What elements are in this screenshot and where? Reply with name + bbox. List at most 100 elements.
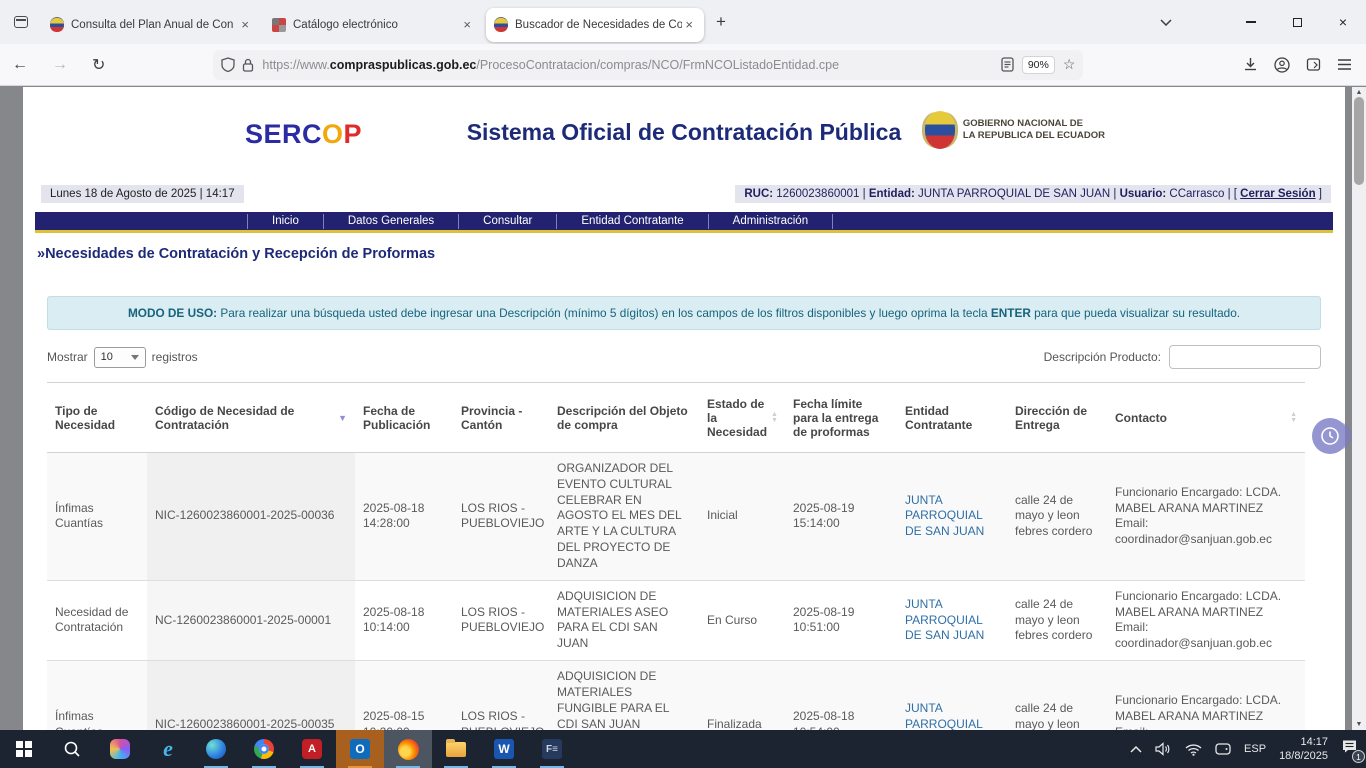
header-row: Tipo de Necesidad Código de Necesidad de… — [47, 383, 1305, 453]
tray-chevron-up-icon[interactable] — [1130, 745, 1142, 753]
start-button[interactable] — [0, 730, 48, 768]
minimize-button[interactable] — [1228, 0, 1274, 44]
main-navigation: Inicio Datos Generales Consultar Entidad… — [35, 212, 1333, 233]
clock[interactable]: 14:1718/8/2025 — [1279, 735, 1328, 764]
reload-icon[interactable]: ↻ — [80, 55, 117, 75]
bookmark-star-icon[interactable]: ☆ — [1063, 56, 1076, 73]
catalog-favicon — [272, 18, 286, 32]
tab-plan-anual[interactable]: Consulta del Plan Anual de Con × — [42, 8, 260, 42]
mostrar-label: Mostrar — [47, 350, 88, 364]
cell-estado: En Curso — [699, 580, 785, 660]
entidad-link[interactable]: JUNTA PARROQUIAL DE SAN JUAN — [905, 493, 984, 539]
scroll-down-icon[interactable]: ▼ — [1356, 721, 1363, 728]
col-descripcion-objeto[interactable]: Descripción del Objeto de compra — [549, 383, 699, 453]
page-size-select[interactable]: 10 — [94, 347, 146, 368]
close-tab-icon[interactable]: × — [238, 17, 252, 32]
maximize-button[interactable] — [1274, 0, 1320, 44]
outlook-button[interactable]: O — [336, 730, 384, 768]
cell-objeto: ADQUISICION DE MATERIALES FUNGIBLE PARA … — [549, 661, 699, 730]
internet-explorer-icon: e — [163, 736, 173, 762]
search-icon — [63, 740, 81, 758]
datetime-box: Lunes 18 de Agosto de 2025 | 14:17 — [41, 185, 244, 203]
url-bar[interactable]: https://www.compraspublicas.gob.ec/Proce… — [213, 50, 1083, 80]
folder-icon — [446, 742, 466, 757]
col-provincia-canton[interactable]: Provincia - Cantón — [453, 383, 549, 453]
page-scrollbar[interactable]: ▲ ▼ — [1352, 87, 1366, 730]
notification-center-button[interactable]: 1 — [1341, 739, 1358, 759]
copilot-button[interactable] — [96, 730, 144, 768]
col-tipo-necesidad[interactable]: Tipo de Necesidad — [47, 383, 147, 453]
tab-buscador-necesidades[interactable]: Buscador de Necesidades de Co × — [486, 8, 704, 42]
cell-contacto: Funcionario Encargado: LCDA. MABEL ARANA… — [1107, 453, 1305, 581]
back-icon[interactable]: ← — [0, 56, 40, 74]
menu-icon[interactable] — [1337, 58, 1352, 71]
nav-item-administracion[interactable]: Administración — [709, 214, 833, 229]
col-fecha-limite[interactable]: Fecha límite para la entrega de proforma… — [785, 383, 897, 453]
scroll-up-icon[interactable]: ▲ — [1356, 89, 1363, 96]
tab-catalogo[interactable]: Catálogo electrónico × — [264, 8, 482, 42]
entidad-link[interactable]: JUNTA PARROQUIAL DE SAN JUAN — [905, 701, 984, 730]
close-tab-icon[interactable]: × — [460, 17, 474, 32]
scrollbar-thumb[interactable] — [1354, 97, 1364, 185]
shield-icon[interactable] — [221, 57, 235, 72]
descripcion-producto-input[interactable] — [1169, 345, 1321, 369]
cell-tipo: Ínfimas Cuantías — [47, 661, 147, 730]
acrobat-button[interactable]: A — [288, 730, 336, 768]
outlook-icon: O — [350, 739, 370, 759]
firefox-icon — [398, 739, 419, 760]
forward-icon[interactable]: → — [40, 56, 80, 74]
nav-item-datos-generales[interactable]: Datos Generales — [324, 214, 459, 229]
col-direccion-entrega[interactable]: Dirección de Entrega — [1007, 383, 1107, 453]
firefox-view-icon[interactable] — [8, 9, 34, 35]
file-explorer-button[interactable] — [432, 730, 480, 768]
forticlient-button[interactable]: F≡ — [528, 730, 576, 768]
logout-link[interactable]: Cerrar Sesión — [1240, 188, 1315, 200]
windows-taskbar: e A O W F≡ ESP 14:1718/8/2025 1 — [0, 730, 1366, 768]
copilot-icon — [110, 739, 130, 759]
language-indicator[interactable]: ESP — [1244, 743, 1266, 755]
account-icon[interactable] — [1274, 57, 1290, 73]
nav-item-entidad-contratante[interactable]: Entidad Contratante — [557, 214, 708, 229]
download-icon[interactable] — [1243, 57, 1258, 72]
cell-provincia: LOS RIOS - PUEBLOVIEJO — [453, 453, 549, 581]
entidad-link[interactable]: JUNTA PARROQUIAL DE SAN JUAN — [905, 597, 984, 643]
cell-provincia: LOS RIOS - PUEBLOVIEJO — [453, 661, 549, 730]
cell-provincia: LOS RIOS - PUEBLOVIEJO — [453, 580, 549, 660]
taskbar-search-button[interactable] — [48, 730, 96, 768]
ecuador-crest-favicon — [494, 18, 508, 32]
volume-icon[interactable] — [1155, 742, 1172, 756]
word-button[interactable]: W — [480, 730, 528, 768]
reader-mode-icon[interactable] — [1001, 57, 1014, 72]
col-entidad-contratante[interactable]: Entidad Contratante — [897, 383, 1007, 453]
chrome-button[interactable] — [240, 730, 288, 768]
cell-estado: Inicial — [699, 453, 785, 581]
browser-tab-bar: Consulta del Plan Anual de Con × Catálog… — [0, 0, 1366, 44]
sidebar-icon[interactable] — [1306, 57, 1321, 72]
firefox-button[interactable] — [384, 730, 432, 768]
edge-button[interactable] — [192, 730, 240, 768]
user-session-box: RUC: 1260023860001 | Entidad: JUNTA PARR… — [735, 185, 1331, 203]
col-codigo[interactable]: Código de Necesidad de Contratación▼ — [147, 383, 355, 453]
lock-icon[interactable] — [242, 58, 254, 72]
timer-overlay-widget[interactable] — [1312, 418, 1348, 454]
url-text[interactable]: https://www.compraspublicas.gob.ec/Proce… — [262, 58, 1000, 72]
new-tab-button[interactable]: + — [706, 12, 736, 32]
tab-list-chevron-icon[interactable] — [1160, 18, 1172, 26]
wifi-icon[interactable] — [1185, 743, 1202, 756]
col-estado-necesidad[interactable]: Estado de la Necesidad▲▼ — [699, 383, 785, 453]
cell-fecha-limite: 2025-08-18 10:54:00 — [785, 661, 897, 730]
nav-item-inicio[interactable]: Inicio — [247, 214, 324, 229]
tab-title: Catálogo electrónico — [293, 19, 460, 31]
col-fecha-publicacion[interactable]: Fecha de Publicación — [355, 383, 453, 453]
cell-codigo: NC-1260023860001-2025-00001 — [147, 580, 355, 660]
cell-fecha-limite: 2025-08-19 15:14:00 — [785, 453, 897, 581]
internet-explorer-button[interactable]: e — [144, 730, 192, 768]
cell-estado: Finalizada — [699, 661, 785, 730]
close-window-button[interactable]: × — [1320, 0, 1366, 44]
remote-session-icon[interactable] — [1215, 743, 1231, 755]
close-tab-icon[interactable]: × — [682, 17, 696, 32]
nav-item-consultar[interactable]: Consultar — [459, 214, 557, 229]
col-contacto[interactable]: Contacto▲▼ — [1107, 383, 1305, 453]
edge-icon — [206, 739, 226, 759]
zoom-level-badge[interactable]: 90% — [1022, 56, 1055, 74]
